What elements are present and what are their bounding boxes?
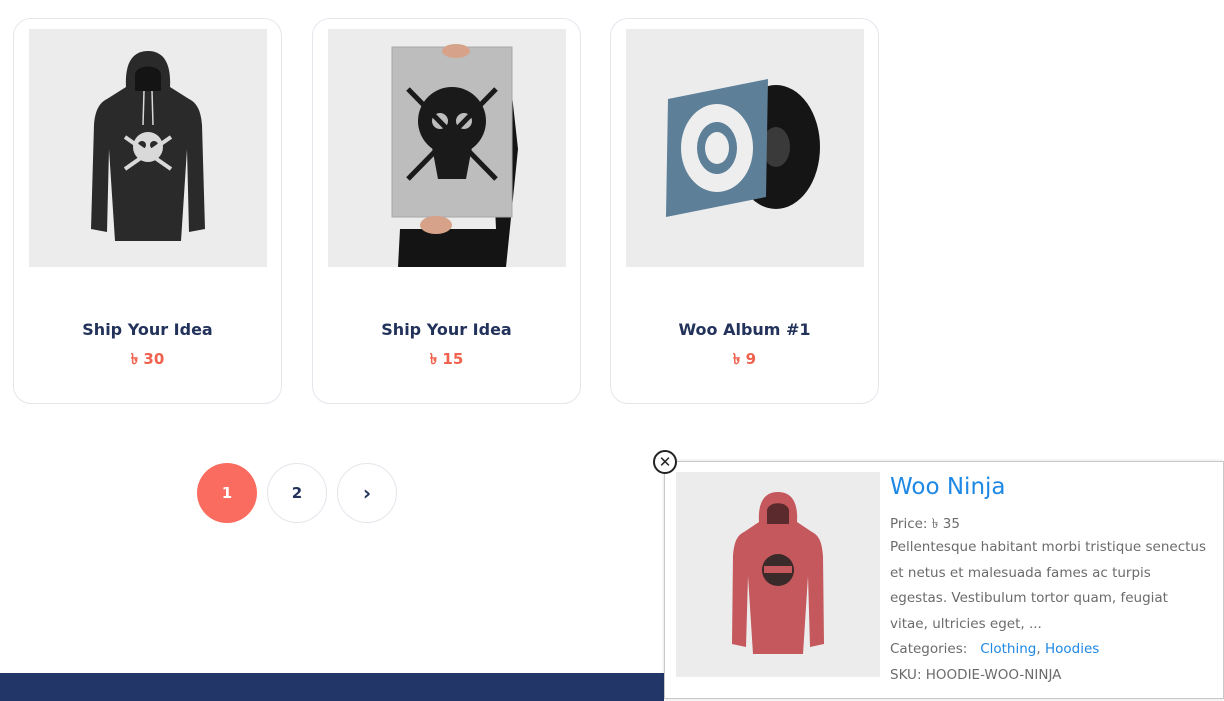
- popup-description: Pellentesque habitant morbi tristique se…: [890, 539, 1207, 632]
- product-title[interactable]: Ship Your Idea: [14, 320, 281, 339]
- categories-label: Categories:: [890, 641, 968, 657]
- product-card[interactable]: Ship Your Idea ৳ 15: [312, 18, 581, 404]
- category-link-hoodies[interactable]: Hoodies: [1045, 641, 1099, 657]
- product-price: ৳ 30: [130, 350, 165, 368]
- close-icon[interactable]: ✕: [653, 450, 677, 474]
- pagination-page-1[interactable]: 1: [197, 463, 257, 523]
- popup-sku: SKU: HOODIE-WOO-NINJA: [890, 667, 1062, 683]
- category-link-clothing[interactable]: Clothing: [980, 641, 1036, 657]
- popup-price: Price: ৳ 35: [890, 516, 960, 532]
- product-card[interactable]: Woo Album #1 ৳ 9: [610, 18, 879, 404]
- pagination-page-2[interactable]: 2: [267, 463, 327, 523]
- product-price: ৳ 9: [732, 350, 757, 368]
- pagination-next-button[interactable]: ›: [337, 463, 397, 523]
- product-image-hoodie[interactable]: [29, 29, 267, 267]
- category-separator: ,: [1036, 641, 1045, 657]
- product-card[interactable]: Ship Your Idea ৳ 30: [13, 18, 282, 404]
- popup-product-title[interactable]: Woo Ninja: [890, 474, 1006, 500]
- product-title[interactable]: Ship Your Idea: [313, 320, 580, 339]
- popup-categories: Categories: Clothing, Hoodies: [890, 641, 1099, 657]
- product-image-poster[interactable]: [328, 29, 566, 267]
- footer-bar: [0, 673, 664, 701]
- product-image-album[interactable]: [626, 29, 864, 267]
- product-price: ৳ 15: [429, 350, 464, 368]
- chevron-right-icon: ›: [362, 481, 372, 505]
- popup-product-image[interactable]: [676, 472, 880, 677]
- quick-view-popup: Woo Ninja Price: ৳ 35 Pellentesque habit…: [664, 461, 1224, 699]
- product-title[interactable]: Woo Album #1: [611, 320, 878, 339]
